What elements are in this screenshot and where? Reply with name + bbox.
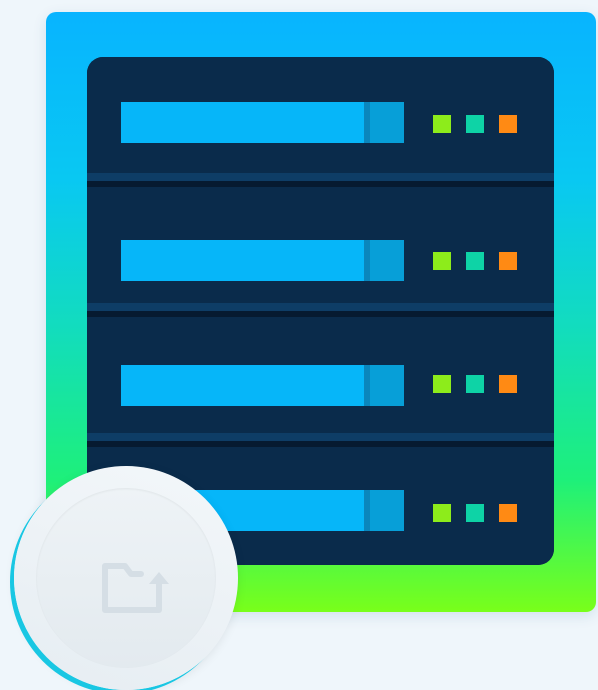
unit-divider [87,173,554,187]
server-unit-2 [87,187,554,317]
status-led-green [433,375,451,393]
server-unit-1 [87,57,554,187]
folder-upload-icon [102,563,169,613]
drive-bay-bar [121,102,404,143]
status-led-orange [499,115,517,133]
badge-inner-circle [36,488,216,668]
status-led-teal [466,252,484,270]
status-led-teal [466,504,484,522]
status-led-teal [466,115,484,133]
unit-divider [87,433,554,447]
status-led-orange [499,375,517,393]
status-led-teal [466,375,484,393]
drive-bay-bar [121,240,404,281]
status-led-green [433,252,451,270]
status-led-orange [499,504,517,522]
server-unit-3 [87,317,554,447]
status-led-orange [499,252,517,270]
folder-upload-badge [14,466,238,690]
status-led-green [433,115,451,133]
status-led-green [433,504,451,522]
unit-divider [87,303,554,317]
drive-bay-bar [121,365,404,406]
